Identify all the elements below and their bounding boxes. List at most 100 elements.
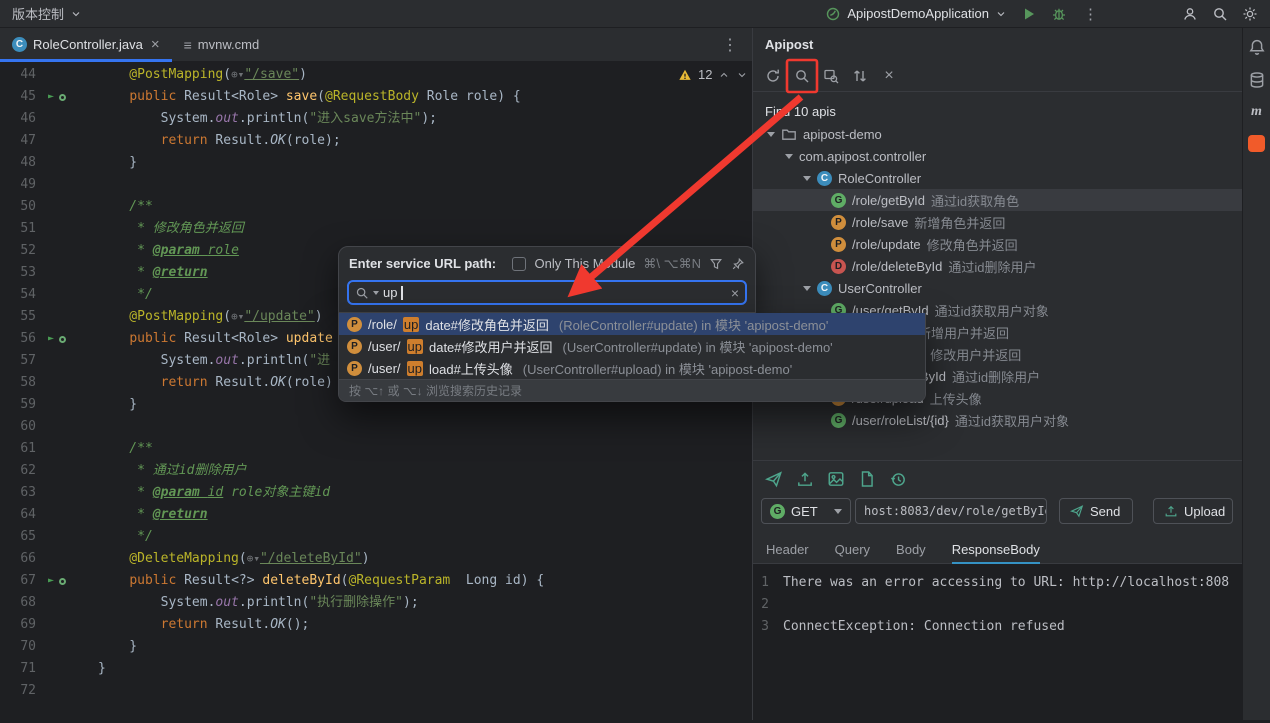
tab-header[interactable]: Header (766, 536, 809, 564)
popup-result-row[interactable]: P/user/up date#修改用户并返回 (UserController#up… (339, 335, 925, 357)
search-everywhere-icon[interactable] (1212, 6, 1228, 22)
gutter (36, 196, 98, 218)
chevron-down-icon[interactable] (785, 153, 793, 159)
line-number: 58 (20, 375, 36, 390)
gutter (36, 284, 98, 306)
gutter (36, 174, 98, 196)
expand-collapse-icon[interactable] (848, 64, 872, 88)
gutter (36, 592, 98, 614)
code-line: 49 (0, 174, 752, 196)
run-mapping-arrow-icon[interactable]: ► (48, 328, 54, 350)
run-mapping-arrow-icon[interactable]: ► (48, 570, 54, 592)
code-line: 70 } (0, 636, 752, 658)
tree-row[interactable]: apipost-demo (753, 123, 1242, 145)
tree-description: 修改角色并返回 (926, 237, 1018, 253)
upload-icon (1164, 504, 1178, 518)
code-line: 69 return Result.OK(); (0, 614, 752, 636)
search-query-text: up (383, 285, 398, 300)
inspections-widget[interactable]: 12 (678, 67, 748, 82)
refresh-icon[interactable] (761, 64, 785, 88)
popup-result-row[interactable]: P/role/up date#修改角色并返回 (RoleController#up… (339, 313, 925, 335)
close-tab-icon[interactable]: × (151, 36, 160, 53)
line-number: 51 (20, 221, 36, 236)
tab-options-icon[interactable]: ⋮ (708, 35, 752, 55)
clear-search-icon[interactable]: × (731, 285, 739, 301)
tab-query[interactable]: Query (835, 536, 870, 564)
notifications-icon[interactable] (1248, 38, 1266, 56)
spring-bean-icon[interactable] (59, 93, 67, 101)
editor-tab[interactable]: C RoleController.java × (0, 28, 172, 62)
run-mapping-arrow-icon[interactable]: ► (48, 86, 54, 108)
pin-icon[interactable] (731, 257, 745, 271)
chevron-down-icon[interactable] (767, 131, 775, 137)
send-button[interactable]: Send (1059, 498, 1133, 524)
chevron-down-icon[interactable] (803, 285, 811, 291)
tree-row[interactable]: C RoleController (753, 167, 1242, 189)
chevron-down-icon[interactable] (803, 175, 811, 181)
tab-responsebody[interactable]: ResponseBody (951, 536, 1041, 565)
search-api-icon[interactable] (790, 64, 814, 88)
request-quick-actions (759, 466, 913, 492)
tree-label: /user/roleList/{id} (852, 412, 949, 428)
export-image-icon[interactable] (827, 470, 845, 488)
run-config-selector[interactable]: ApipostDemoApplication (825, 6, 1007, 22)
tree-row[interactable]: P/role/save 新增角色并返回 (753, 211, 1242, 233)
tool-window-stripe: m (1242, 28, 1270, 720)
method-dropdown[interactable]: G GET (761, 498, 851, 524)
maven-icon[interactable]: m (1251, 104, 1262, 120)
run-button[interactable] (1021, 6, 1037, 22)
prev-problem-icon[interactable] (718, 69, 730, 81)
line-number: 55 (20, 309, 36, 324)
tree-row[interactable]: G/user/roleList/{id} 通过id获取用户对象 (753, 409, 1242, 431)
gutter (36, 262, 98, 284)
search-in-module-icon[interactable] (819, 64, 843, 88)
tree-row[interactable]: C UserController (753, 277, 1242, 299)
run-config-label: ApipostDemoApplication (847, 6, 989, 21)
next-problem-icon[interactable] (736, 69, 748, 81)
tree-row[interactable]: D/role/deleteById 通过id删除用户 (753, 255, 1242, 277)
code-line: 71} (0, 658, 752, 680)
only-this-module-checkbox[interactable] (512, 256, 527, 271)
send-request-icon[interactable] (765, 470, 783, 488)
tree-label: UserController (838, 280, 922, 296)
line-number: 71 (20, 661, 36, 676)
line-number: 2 (761, 597, 769, 612)
filter-icon[interactable] (709, 257, 723, 271)
response-body-area[interactable]: 1 There was an error accessing to URL: ht… (753, 564, 1242, 720)
more-actions-button[interactable]: ⋮ (1081, 5, 1100, 23)
url-input[interactable]: host:8083/dev/role/getById (855, 498, 1047, 524)
vcs-menu[interactable]: 版本控制 (12, 4, 82, 23)
gutter (36, 548, 98, 570)
spring-bean-icon[interactable] (59, 335, 67, 343)
database-icon[interactable] (1248, 71, 1266, 89)
apipost-plugin-icon[interactable] (1248, 135, 1265, 152)
tree-row[interactable]: com.apipost.controller (753, 145, 1242, 167)
line-number: 64 (20, 507, 36, 522)
class-file-icon: C (12, 37, 27, 52)
popup-result-row[interactable]: P/user/up load#上传头像 (UserController#uploa… (339, 357, 925, 379)
line-number: 50 (20, 199, 36, 214)
spring-bean-icon[interactable] (59, 577, 67, 585)
line-number: 60 (20, 419, 36, 434)
apipost-toolbar: × (753, 60, 1242, 92)
debug-button[interactable] (1051, 6, 1067, 22)
tree-description: 上传头像 (929, 391, 982, 407)
settings-icon[interactable] (1242, 6, 1258, 22)
main-toolbar: 版本控制 ApipostDemoApplication ⋮ (0, 0, 1270, 28)
code-line: 60 (0, 416, 752, 438)
tree-row[interactable]: G/role/getById 通过id获取角色 (753, 189, 1242, 211)
close-panel-icon[interactable]: × (877, 64, 901, 88)
profile-icon[interactable] (1182, 6, 1198, 22)
docs-icon[interactable] (858, 470, 876, 488)
panel-divider (753, 460, 1242, 461)
upload-icon[interactable] (796, 470, 814, 488)
tree-row[interactable]: P/role/update 修改角色并返回 (753, 233, 1242, 255)
history-icon[interactable] (889, 470, 907, 488)
line-number: 67 (20, 573, 36, 588)
upload-button[interactable]: Upload (1153, 498, 1233, 524)
tab-body[interactable]: Body (896, 536, 926, 564)
editor-tab[interactable]: ≡ mvnw.cmd (172, 28, 272, 61)
warning-count: 12 (698, 67, 713, 82)
search-options-icon[interactable] (373, 290, 379, 295)
popup-search-input[interactable]: up × (347, 280, 747, 305)
